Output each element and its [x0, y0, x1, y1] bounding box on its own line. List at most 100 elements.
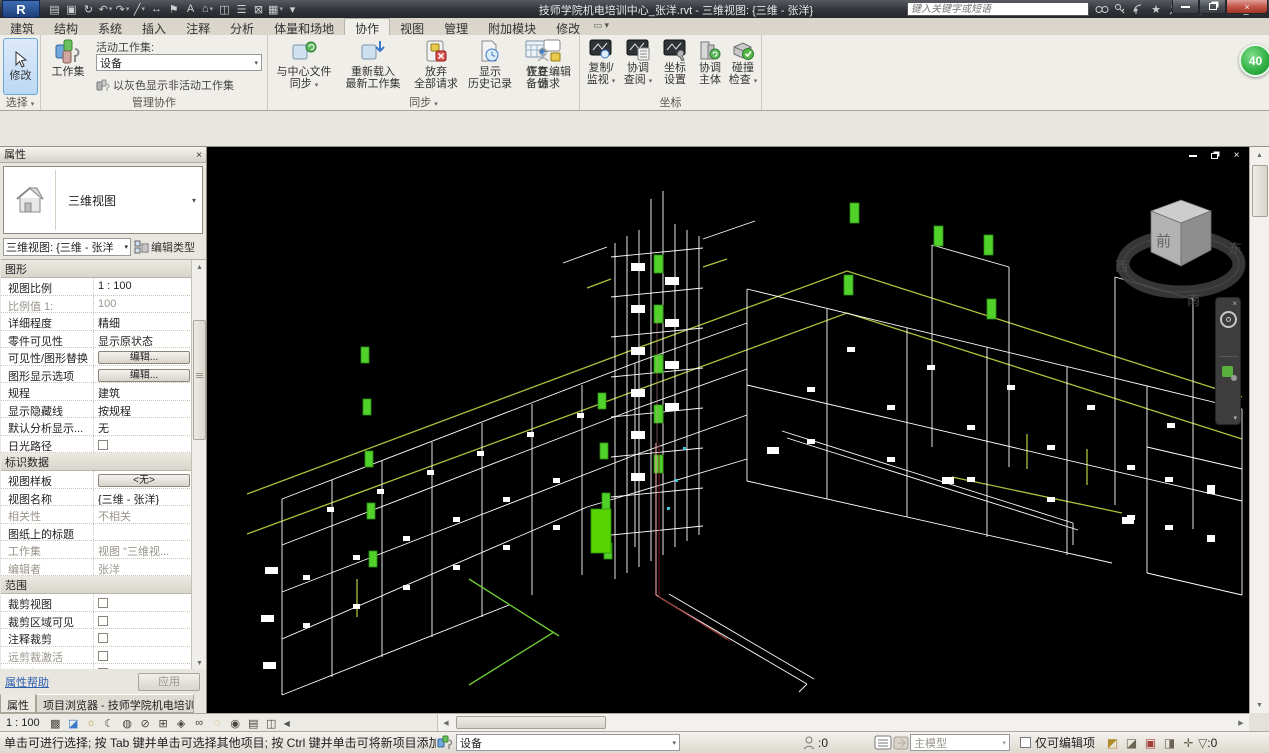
search-icon[interactable] [1093, 0, 1111, 18]
sync-with-central-button[interactable]: 与中心文件同步 ▾ [272, 39, 336, 92]
palette-scrollbar[interactable]: ▲ ▼ [191, 260, 206, 669]
section-graphics[interactable]: 图形▲ [1, 260, 206, 278]
gray-inactive-worksets-toggle[interactable]: 以灰色显示非活动工作集 [96, 77, 234, 93]
scroll-right-icon[interactable]: ▶ [1233, 715, 1249, 731]
scroll-left-icon[interactable]: ◀ [438, 715, 454, 731]
tab-structure[interactable]: 结构 [44, 19, 88, 36]
coordinate-settings-button[interactable]: 坐标设置 [657, 39, 693, 86]
design-option-select[interactable]: 主模型▾ [910, 734, 1010, 751]
prop-row[interactable]: 剖面框 [1, 664, 206, 669]
checkbox[interactable] [98, 440, 108, 450]
prop-row[interactable]: 规程建筑 [1, 383, 206, 401]
view-minimize-icon[interactable] [1186, 150, 1199, 161]
redo-icon[interactable]: ↷▾ [114, 0, 131, 18]
select-elements-icon[interactable]: ◩ [1103, 734, 1122, 751]
favorites-icon[interactable]: ★ [1147, 0, 1165, 18]
save-icon[interactable]: ▣ [63, 0, 80, 18]
tab-collaborate[interactable]: 协作 [344, 18, 390, 35]
prop-row[interactable]: 图纸上的标题 [1, 524, 206, 542]
vertical-scrollbar[interactable]: ▲ ▼ [1249, 147, 1269, 713]
move-arrows-icon[interactable]: ✛ [1179, 734, 1198, 751]
viewcube-front-label[interactable]: 前 [1156, 230, 1171, 251]
reveal-constraints-icon[interactable]: ◉ [227, 715, 244, 731]
show-rendering-icon[interactable]: ◍ [119, 715, 136, 731]
show-crop-region-icon[interactable]: ⊞ [155, 715, 172, 731]
horizontal-scrollbar[interactable]: ◀ ▶ [437, 714, 1249, 732]
compass-east-label[interactable]: 东 [1229, 238, 1242, 257]
tag-icon[interactable]: ⚑ [165, 0, 182, 18]
notification-badge[interactable]: 40 [1239, 44, 1269, 77]
switch-windows-icon[interactable]: ▦▾ [267, 0, 284, 18]
properties-help-link[interactable]: 属性帮助 [5, 674, 49, 690]
default-3d-view-icon[interactable]: ⌂▾ [199, 0, 216, 18]
prop-row[interactable]: 显示隐藏线按规程 [1, 401, 206, 419]
prop-row[interactable]: 零件可见性显示原状态 [1, 331, 206, 349]
reveal-hidden-elements-icon[interactable]: ∞ [191, 715, 208, 731]
navbar-menu-icon[interactable]: ▾ [1233, 414, 1237, 422]
prop-row[interactable]: 日光路径 [1, 436, 206, 454]
prop-row[interactable]: 注释裁剪 [1, 629, 206, 647]
tab-addins[interactable]: 附加模块 [478, 19, 546, 36]
type-dropdown-icon[interactable]: ▾ [192, 196, 196, 205]
select-panel-label[interactable]: 选择 ▾ [0, 96, 40, 110]
coordination-review-button[interactable]: 协调查阅 ▾ [620, 39, 656, 88]
checkbox[interactable] [98, 651, 108, 661]
synchronize-panel-label[interactable]: 同步 ▾ [268, 96, 579, 110]
viewbar-collapse-icon[interactable]: ◀ [284, 719, 290, 728]
aligned-dimension-icon[interactable]: ↔ [148, 0, 165, 18]
ribbon-display-toggle-icon[interactable]: ▭ ▾ [593, 20, 609, 31]
scroll-thumb[interactable] [193, 320, 206, 440]
coordinate-panel-label[interactable]: 坐标 [580, 96, 761, 110]
design-options-icon[interactable] [874, 734, 892, 752]
app-menu-button[interactable]: R [2, 0, 40, 18]
press-drag-icon[interactable]: ◨ [1160, 734, 1179, 751]
tab-project-browser[interactable]: 项目浏览器 - 技师学院机电培训... [36, 694, 194, 713]
checkbox[interactable] [98, 668, 108, 669]
editable-only-checkbox[interactable] [1020, 737, 1031, 748]
edit-button[interactable]: 编辑... [98, 369, 190, 382]
navbar-close-icon[interactable]: × [1232, 299, 1237, 308]
prop-row[interactable]: 可见性/图形替换编辑... [1, 348, 206, 366]
steering-wheel-icon[interactable] [1220, 311, 1237, 328]
scroll-up-icon[interactable]: ▲ [192, 260, 206, 274]
worksets-button[interactable]: 工作集 [47, 39, 89, 78]
type-selector[interactable]: 三维视图 ▾ [3, 166, 203, 234]
tab-manage[interactable]: 管理 [434, 19, 478, 36]
reload-latest-button[interactable]: 重新载入最新工作集 [338, 39, 408, 90]
tab-massing-site[interactable]: 体量和场地 [264, 19, 344, 36]
prop-row[interactable]: 详细程度精细 [1, 313, 206, 331]
open-icon[interactable]: ▤ [46, 0, 63, 18]
scroll-down-icon[interactable]: ▼ [192, 656, 206, 669]
hscroll-thumb[interactable] [456, 716, 606, 729]
scroll-up-icon[interactable]: ▲ [1250, 147, 1269, 163]
workset-select[interactable]: 设备▾ [456, 734, 680, 751]
editing-requests-icon[interactable] [800, 734, 818, 752]
filter-icon[interactable]: ▽ [1198, 736, 1207, 750]
modify-button[interactable]: 修改 [3, 38, 38, 95]
view-scale[interactable]: 1 : 100 [6, 717, 40, 729]
prop-row[interactable]: 默认分析显示...无 [1, 418, 206, 436]
editing-requests-button[interactable]: 正在编辑请求 [520, 39, 578, 90]
subscription-icon[interactable] [1129, 0, 1147, 18]
section-extents[interactable]: 范围▲ [1, 576, 206, 594]
tab-insert[interactable]: 插入 [132, 19, 176, 36]
section-identity[interactable]: 标识数据▲ [1, 453, 206, 471]
prop-row[interactable]: 视图样板<无> [1, 471, 206, 489]
detail-level-icon[interactable]: ▩ [47, 715, 64, 731]
view-close-icon[interactable]: × [1230, 150, 1243, 161]
show-history-button[interactable]: 显示历史记录 [464, 39, 516, 90]
tab-properties[interactable]: 属性 [0, 694, 36, 713]
compass-south-label[interactable]: 南 [1187, 290, 1200, 309]
worksharing-display-icon[interactable]: ▤ [245, 715, 262, 731]
view-template-button[interactable]: <无> [98, 474, 190, 487]
displace-elements-icon[interactable]: ◫ [263, 715, 280, 731]
visual-style-icon[interactable]: ◪ [65, 715, 82, 731]
tab-analyze[interactable]: 分析 [220, 19, 264, 36]
tab-modify[interactable]: 修改 [546, 19, 590, 36]
close-hidden-windows-icon[interactable]: ⊠ [250, 0, 267, 18]
temporary-hide-isolate-icon[interactable]: ◌ [209, 715, 226, 731]
search-input[interactable] [907, 2, 1089, 16]
prop-row[interactable]: 图形显示选项编辑... [1, 366, 206, 384]
unlocked-view-icon[interactable]: ◈ [173, 715, 190, 731]
copy-monitor-button[interactable]: 复制/监视 ▾ [583, 39, 619, 88]
